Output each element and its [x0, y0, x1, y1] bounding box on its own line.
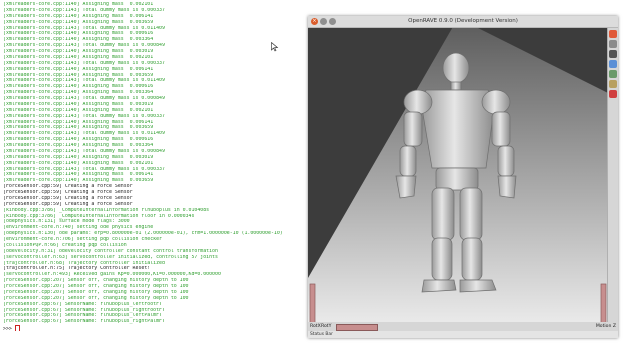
mouse-pointer-icon: [271, 42, 279, 52]
rotate-icon[interactable]: [609, 40, 617, 48]
move-icon[interactable]: [609, 70, 617, 78]
rotx-label: RotX: [310, 324, 321, 329]
window-titlebar[interactable]: × OpenRAVE 0.9.0 (Development Version): [308, 16, 618, 28]
terminal-output: [xmlreaders-core.cpp:1140] Assigning mas…: [3, 2, 303, 331]
pointer-icon[interactable]: [609, 30, 617, 38]
rotation-slider[interactable]: [336, 324, 378, 331]
side-toolbar: [607, 28, 618, 333]
roty-label: RotY: [321, 324, 332, 329]
ruler-icon[interactable]: [609, 80, 617, 88]
text-cursor: [14, 325, 20, 331]
3d-viewport[interactable]: [308, 28, 608, 336]
terminal-prompt[interactable]: >>>: [3, 325, 303, 331]
record-icon[interactable]: [609, 90, 617, 98]
motion-z-label: Motion Z: [595, 324, 616, 329]
camera-icon[interactable]: [609, 50, 617, 58]
rotation-bar: RotX RotY Motion Z: [308, 322, 618, 331]
openrave-window[interactable]: × OpenRAVE 0.9.0 (Development Version) R…: [308, 16, 618, 338]
status-bar: Status Bar: [308, 331, 618, 338]
view-icon[interactable]: [609, 60, 617, 68]
window-title: OpenRAVE 0.9.0 (Development Version): [408, 18, 518, 24]
prompt-text: >>>: [3, 326, 15, 331]
